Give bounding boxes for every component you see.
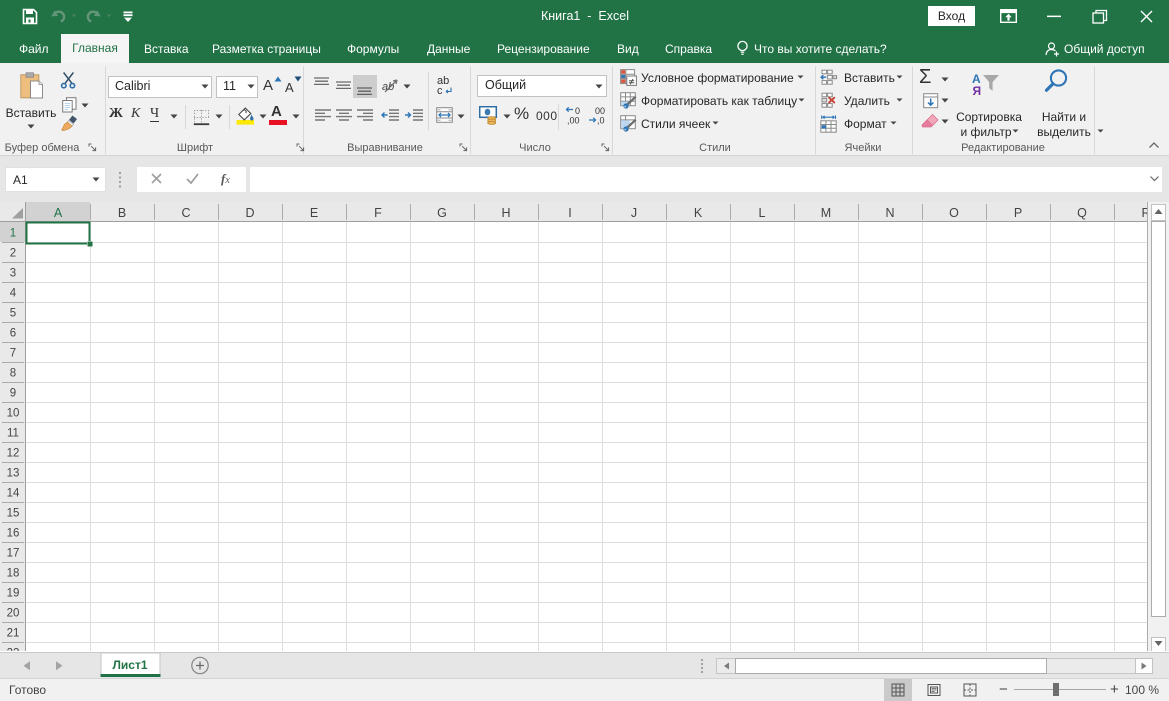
svg-text:L: L: [759, 206, 766, 220]
svg-text:Я: Я: [973, 84, 982, 96]
svg-text:ab: ab: [382, 81, 394, 93]
svg-text:I: I: [568, 206, 571, 220]
svg-text:Q: Q: [1077, 206, 1087, 220]
svg-text:C: C: [181, 206, 190, 220]
svg-text:12: 12: [7, 448, 20, 460]
svg-text:0: 0: [575, 106, 580, 116]
svg-text:3: 3: [10, 268, 16, 280]
svg-text:J: J: [631, 206, 637, 220]
svg-text:B: B: [118, 206, 126, 220]
svg-text:14: 14: [7, 488, 20, 500]
svg-text:D: D: [245, 206, 254, 220]
svg-text:E: E: [310, 206, 318, 220]
svg-text:13: 13: [7, 468, 20, 480]
svg-text:c: c: [437, 85, 443, 95]
svg-text:17: 17: [7, 548, 20, 560]
svg-text:A: A: [54, 206, 63, 220]
svg-text:Лист1: Лист1: [112, 658, 147, 672]
svg-text:9: 9: [10, 388, 16, 400]
svg-text:21: 21: [7, 628, 20, 640]
svg-text:F: F: [374, 206, 382, 220]
svg-text:H: H: [501, 206, 510, 220]
svg-text:5: 5: [10, 308, 16, 320]
svg-text:G: G: [437, 206, 447, 220]
svg-text:O: O: [949, 206, 959, 220]
svg-text:K: K: [694, 206, 703, 220]
svg-text:,0: ,0: [597, 116, 605, 126]
svg-text:1: 1: [10, 228, 16, 240]
svg-text:20: 20: [7, 608, 20, 620]
svg-text:22: 22: [7, 648, 20, 652]
svg-text:15: 15: [7, 508, 20, 520]
svg-text:7: 7: [10, 348, 16, 360]
svg-text:,00: ,00: [567, 116, 580, 126]
svg-text:11: 11: [7, 428, 19, 440]
svg-text:18: 18: [7, 568, 20, 580]
svg-text:M: M: [821, 206, 831, 220]
svg-text:10: 10: [7, 408, 20, 420]
svg-text:2: 2: [10, 248, 16, 260]
svg-text:6: 6: [10, 328, 16, 340]
svg-text:4: 4: [10, 288, 17, 300]
svg-text:19: 19: [7, 588, 20, 600]
svg-text:P: P: [1014, 206, 1022, 220]
svg-text:00: 00: [595, 106, 605, 116]
svg-text:N: N: [885, 206, 894, 220]
svg-text:16: 16: [7, 528, 20, 540]
svg-text:8: 8: [10, 368, 16, 380]
